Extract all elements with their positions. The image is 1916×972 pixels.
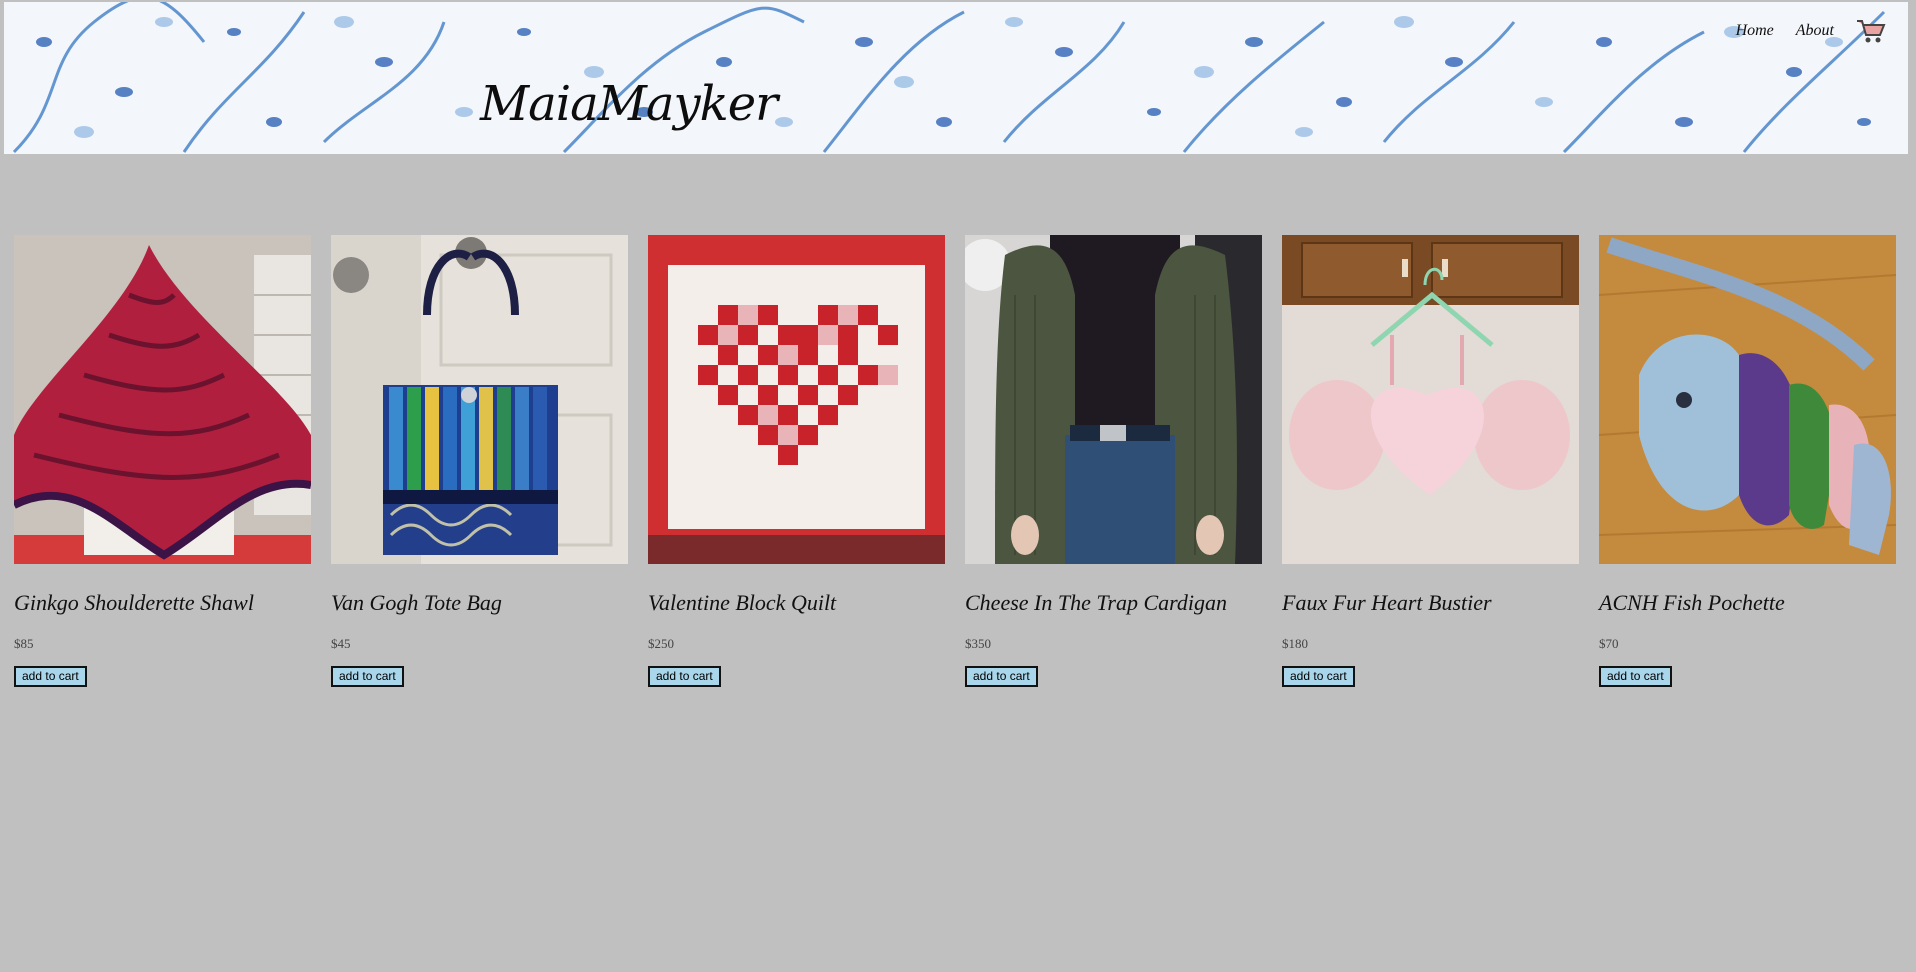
product-image[interactable] <box>1282 235 1579 564</box>
add-to-cart-button[interactable]: add to cart <box>965 666 1038 687</box>
add-to-cart-button[interactable]: add to cart <box>331 666 404 687</box>
product-price: $45 <box>331 636 351 651</box>
top-nav: Home About <box>1736 18 1886 44</box>
product-image[interactable] <box>1599 235 1896 564</box>
add-to-cart-button[interactable]: add to cart <box>1599 666 1672 687</box>
add-to-cart-button[interactable]: add to cart <box>648 666 721 687</box>
product-price: $85 <box>14 636 34 651</box>
add-to-cart-button[interactable]: add to cart <box>14 666 87 687</box>
product-title[interactable]: Van Gogh Tote Bag <box>331 590 628 620</box>
product-grid: Ginkgo Shoulderette Shawl $85 add to car… <box>14 235 1896 687</box>
product-title[interactable]: Ginkgo Shoulderette Shawl <box>14 590 311 620</box>
shopping-cart-icon[interactable] <box>1856 18 1886 44</box>
product-image[interactable] <box>648 235 945 564</box>
product-card: ACNH Fish Pochette $70 add to cart <box>1599 235 1896 687</box>
product-image[interactable] <box>14 235 311 564</box>
product-card: Valentine Block Quilt $250 add to cart <box>648 235 945 687</box>
product-card: Cheese In The Trap Cardigan $350 add to … <box>965 235 1262 687</box>
header-pattern-image <box>4 2 1908 154</box>
product-title[interactable]: Cheese In The Trap Cardigan <box>965 590 1262 620</box>
product-price: $180 <box>1282 636 1308 651</box>
product-price: $350 <box>965 636 991 651</box>
product-title[interactable]: Valentine Block Quilt <box>648 590 945 620</box>
product-title[interactable]: ACNH Fish Pochette <box>1599 590 1896 620</box>
nav-link-about[interactable]: About <box>1796 22 1834 40</box>
product-image[interactable] <box>965 235 1262 564</box>
product-card: Ginkgo Shoulderette Shawl $85 add to car… <box>14 235 311 687</box>
product-image[interactable] <box>331 235 628 564</box>
nav-link-home[interactable]: Home <box>1736 22 1774 40</box>
add-to-cart-button[interactable]: add to cart <box>1282 666 1355 687</box>
product-card: Faux Fur Heart Bustier $180 add to cart <box>1282 235 1579 687</box>
product-price: $250 <box>648 636 674 651</box>
product-price: $70 <box>1599 636 1619 651</box>
product-title[interactable]: Faux Fur Heart Bustier <box>1282 590 1579 620</box>
site-brand-title[interactable]: MaiaMayker <box>480 76 778 132</box>
site-header: MaiaMayker Home About <box>4 2 1908 154</box>
product-card: Van Gogh Tote Bag $45 add to cart <box>331 235 628 687</box>
